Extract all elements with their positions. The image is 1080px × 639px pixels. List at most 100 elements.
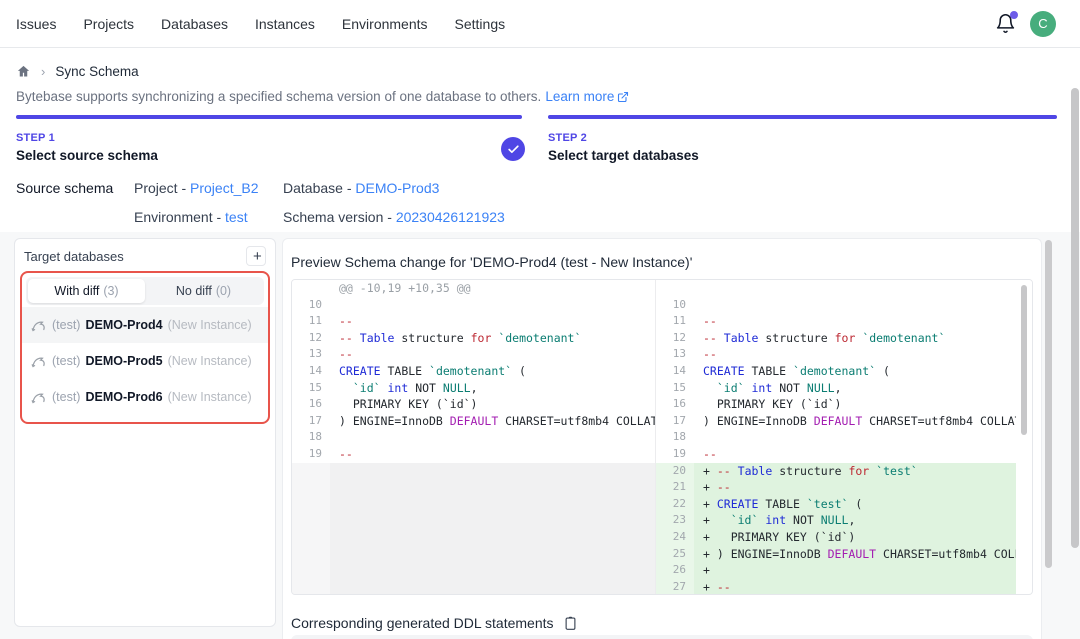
source-field-label: Project - — [134, 180, 190, 196]
db-note: (New Instance) — [168, 390, 252, 404]
diff-filler-row — [292, 479, 655, 496]
line-number — [292, 529, 330, 546]
line-number: 12 — [656, 330, 694, 347]
code-line: -- — [694, 313, 1032, 330]
nav-item-issues[interactable]: Issues — [16, 16, 56, 32]
line-number: 10 — [656, 297, 694, 314]
line-number: 18 — [656, 429, 694, 446]
code-line — [694, 429, 1032, 446]
db-name: DEMO-Prod6 — [85, 390, 162, 404]
code-line: PRIMARY KEY (`id`) — [694, 396, 1032, 413]
nav-item-databases[interactable]: Databases — [161, 16, 228, 32]
source-field-label: Database - — [283, 180, 355, 196]
line-number: 18 — [292, 429, 330, 446]
code-line: PRIMARY KEY (`id`) — [330, 396, 655, 413]
code-line: + ) ENGINE=InnoDB DEFAULT CHARSET=utf8mb… — [694, 546, 1032, 563]
add-target-database-button[interactable]: + — [246, 246, 266, 266]
line-number: 22 — [656, 496, 694, 513]
notifications-button[interactable] — [995, 13, 1017, 35]
code-line: -- Table structure for `demotenant` — [330, 330, 655, 347]
code-line — [330, 579, 655, 594]
chevron-right-icon: › — [41, 64, 45, 79]
copy-ddl-button[interactable] — [563, 615, 578, 631]
diff-row: @@ -10,19 +10,35 @@ — [292, 280, 655, 297]
diff-row: 26+ — [656, 562, 1032, 579]
source-schema-label: Source schema — [16, 180, 113, 196]
code-line — [330, 297, 655, 314]
line-number: 14 — [656, 363, 694, 380]
diff-row: 18 — [656, 429, 1032, 446]
source-field-value-link[interactable]: 20230426121923 — [396, 209, 505, 225]
line-number: 14 — [292, 363, 330, 380]
tab-label: No diff — [176, 284, 212, 298]
schema-preview-panel: Preview Schema change for 'DEMO-Prod4 (t… — [282, 238, 1042, 639]
diff-row: 17) ENGINE=InnoDB DEFAULT CHARSET=utf8mb… — [292, 413, 655, 430]
nav-item-settings[interactable]: Settings — [455, 16, 506, 32]
mysql-icon — [31, 390, 47, 405]
schema-diff-viewer: @@ -10,19 +10,35 @@1011--12-- Table stru… — [291, 279, 1033, 595]
diff-filler-row — [292, 529, 655, 546]
line-number — [292, 562, 330, 579]
diff-row: 23+ `id` int NOT NULL, — [656, 512, 1032, 529]
db-environment: (test) — [52, 318, 80, 332]
code-line: + PRIMARY KEY (`id`) — [694, 529, 1032, 546]
line-number: 12 — [292, 330, 330, 347]
nav-item-instances[interactable]: Instances — [255, 16, 315, 32]
line-number: 27 — [656, 579, 694, 594]
diff-row: 22+ CREATE TABLE `test` ( — [656, 496, 1032, 513]
nav-item-environments[interactable]: Environments — [342, 16, 428, 32]
line-number: 11 — [292, 313, 330, 330]
diff-filter-tabs: With diff(3)No diff(0) — [26, 277, 264, 305]
line-number: 16 — [656, 396, 694, 413]
sync-schema-page: Issues Projects Databases Instances Environm… — [0, 0, 1080, 639]
code-line: + `id` int NOT NULL, — [694, 512, 1032, 529]
db-environment: (test) — [52, 390, 80, 404]
target-databases-panel: Target databases + With diff(3)No diff(0… — [14, 238, 276, 627]
line-number: 17 — [292, 413, 330, 430]
page-scrollbar[interactable] — [1071, 88, 1079, 548]
code-line — [330, 512, 655, 529]
diff-row: 20+ -- Table structure for `test` — [656, 463, 1032, 480]
nav-item-projects[interactable]: Projects — [83, 16, 134, 32]
diff-scrollbar-thumb[interactable] — [1021, 285, 1027, 435]
code-line — [694, 297, 1032, 314]
target-database-row-demo-prod4[interactable]: (test) DEMO-Prod4 (New Instance) — [22, 307, 268, 343]
step2-progress-bar — [548, 115, 1057, 119]
avatar[interactable]: C — [1030, 11, 1056, 37]
line-number: 26 — [656, 562, 694, 579]
line-number: 17 — [656, 413, 694, 430]
line-number — [292, 546, 330, 563]
diff-row: 13-- — [656, 346, 1032, 363]
line-number — [292, 496, 330, 513]
home-icon[interactable] — [16, 64, 31, 79]
learn-more-link[interactable]: Learn more — [545, 89, 629, 104]
diff-filler-row — [292, 562, 655, 579]
code-line — [330, 496, 655, 513]
diff-row: 19-- — [292, 446, 655, 463]
line-number: 21 — [656, 479, 694, 496]
target-databases-title: Target databases — [24, 249, 124, 264]
code-line — [330, 479, 655, 496]
source-field-value-link[interactable]: test — [225, 209, 248, 225]
code-line — [694, 280, 1032, 297]
code-line: -- — [694, 446, 1032, 463]
tab-no-diff[interactable]: No diff(0) — [145, 279, 262, 303]
step1-label: STEP 1 — [16, 132, 158, 144]
step2-title: Select target databases — [548, 148, 699, 163]
diff-row: 11-- — [656, 313, 1032, 330]
tab-count: (3) — [103, 284, 118, 298]
code-line — [330, 562, 655, 579]
target-database-row-demo-prod5[interactable]: (test) DEMO-Prod5 (New Instance) — [22, 343, 268, 379]
code-line: `id` int NOT NULL, — [694, 380, 1032, 397]
diff-row: 12-- Table structure for `demotenant` — [656, 330, 1032, 347]
tab-with-diff[interactable]: With diff(3) — [28, 279, 145, 303]
content-scrollbar[interactable] — [1045, 240, 1052, 568]
source-field-value-link[interactable]: DEMO-Prod3 — [355, 180, 439, 196]
ddl-code-block — [291, 635, 1033, 639]
source-field-0: Project - Project_B2 — [134, 180, 283, 196]
target-database-row-demo-prod6[interactable]: (test) DEMO-Prod6 (New Instance) — [22, 379, 268, 415]
external-link-icon — [617, 91, 629, 103]
line-number: 23 — [656, 512, 694, 529]
code-line — [330, 463, 655, 480]
source-field-value-link[interactable]: Project_B2 — [190, 180, 258, 196]
